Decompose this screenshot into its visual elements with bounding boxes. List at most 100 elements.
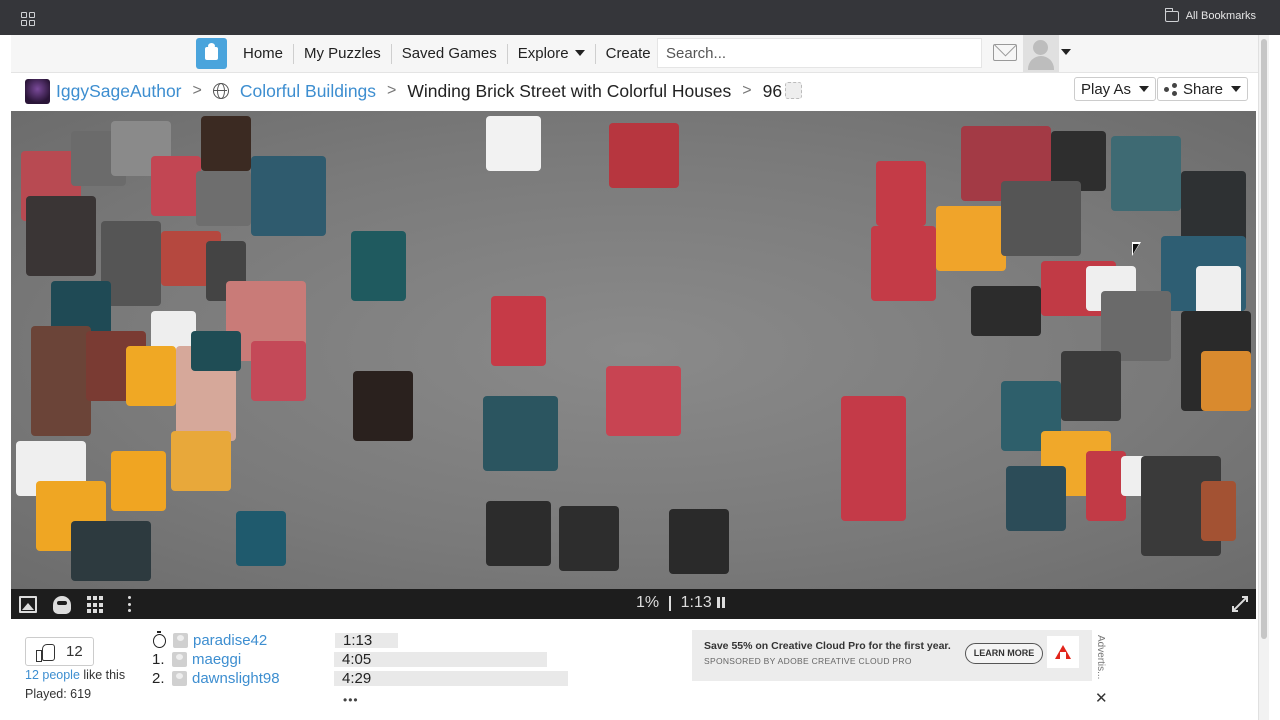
- user-avatar[interactable]: [1023, 35, 1059, 72]
- piece-count[interactable]: 96: [762, 80, 803, 102]
- score-row-current: paradise42 1:13: [152, 630, 568, 650]
- play-as-button[interactable]: Play As: [1074, 77, 1157, 101]
- piece-count-value: 96: [762, 80, 783, 101]
- fullscreen-icon[interactable]: [1232, 596, 1248, 612]
- puzzle-piece[interactable]: [353, 371, 413, 441]
- mail-icon[interactable]: [993, 44, 1017, 61]
- nav-explore-label: Explore: [517, 44, 569, 62]
- puzzle-piece[interactable]: [236, 511, 286, 566]
- rank: 2.: [152, 670, 165, 687]
- nav-explore[interactable]: Explore: [508, 43, 596, 64]
- puzzle-piece[interactable]: [1006, 466, 1066, 531]
- player-name[interactable]: dawnslight98: [192, 670, 334, 687]
- player-name[interactable]: paradise42: [193, 632, 335, 649]
- apps-grid-icon[interactable]: [21, 12, 35, 26]
- puzzle-piece[interactable]: [201, 116, 251, 171]
- nav-my-puzzles[interactable]: My Puzzles: [294, 43, 392, 64]
- share-button[interactable]: Share: [1157, 77, 1249, 101]
- more-options-icon[interactable]: [128, 596, 132, 612]
- player-time: 1:13: [335, 633, 398, 648]
- learn-more-button[interactable]: LEARN MORE: [965, 643, 1043, 664]
- puzzle-piece[interactable]: [841, 396, 906, 521]
- edge-pieces-icon[interactable]: [87, 596, 105, 614]
- mouse-cursor-icon: [1132, 242, 1141, 256]
- puzzle-piece[interactable]: [609, 123, 679, 188]
- scrollbar-thumb[interactable]: [1261, 39, 1267, 639]
- played-count: Played: 619: [25, 687, 92, 701]
- puzzle-piece[interactable]: [191, 331, 241, 371]
- puzzle-piece[interactable]: [559, 506, 619, 571]
- puzzle-piece[interactable]: [486, 116, 541, 171]
- nav-home[interactable]: Home: [233, 43, 295, 64]
- close-icon[interactable]: ✕: [1095, 689, 1108, 707]
- nav-saved-games[interactable]: Saved Games: [392, 43, 508, 64]
- player-name[interactable]: maeggi: [192, 651, 334, 668]
- chevron-down-icon: [574, 49, 585, 56]
- puzzle-piece[interactable]: [486, 501, 551, 566]
- timer-value: 1:13: [680, 594, 712, 611]
- ghost-image-icon[interactable]: [53, 596, 71, 614]
- share-label: Share: [1183, 80, 1224, 98]
- divider: [669, 595, 671, 611]
- puzzle-piece[interactable]: [151, 156, 201, 216]
- user-menu-chevron-down-icon[interactable]: [1061, 49, 1071, 55]
- puzzle-piece[interactable]: [171, 431, 231, 491]
- puzzle-piece[interactable]: [1201, 481, 1236, 541]
- scrollbar[interactable]: [1258, 35, 1269, 720]
- search-input[interactable]: [657, 38, 982, 68]
- site-logo-icon[interactable]: [196, 38, 227, 69]
- puzzle-piece[interactable]: [126, 346, 176, 406]
- adobe-logo-icon: [1047, 636, 1079, 668]
- puzzle-piece[interactable]: [351, 231, 406, 301]
- likes-suffix: like this: [79, 668, 126, 682]
- puzzle-piece[interactable]: [251, 156, 326, 236]
- image-preview-icon[interactable]: [19, 596, 37, 613]
- more-scores-button[interactable]: •••: [343, 693, 359, 707]
- ad-label: Advertis...: [1095, 635, 1106, 680]
- puzzle-piece[interactable]: [971, 286, 1041, 336]
- leaderboard: paradise42 1:13 1. maeggi 4:05 2. dawnsl…: [152, 630, 568, 688]
- puzzle-piece[interactable]: [251, 341, 306, 401]
- puzzle-piece[interactable]: [111, 451, 166, 511]
- author-avatar[interactable]: [25, 78, 50, 104]
- puzzle-piece[interactable]: [31, 326, 91, 436]
- stopwatch-icon: [153, 630, 166, 648]
- advertisement[interactable]: Save 55% on Creative Cloud Pro for the f…: [692, 630, 1092, 681]
- score-row: 2. dawnslight98 4:29: [152, 669, 568, 688]
- player-time: 4:05: [334, 652, 547, 667]
- puzzle-piece[interactable]: [483, 396, 558, 471]
- puzzle-piece[interactable]: [876, 161, 926, 226]
- chevron-down-icon: [1139, 86, 1150, 92]
- puzzle-piece[interactable]: [196, 171, 251, 226]
- puzzle-piece[interactable]: [491, 296, 546, 366]
- puzzle-piece[interactable]: [1061, 351, 1121, 421]
- puzzle-piece[interactable]: [1001, 181, 1081, 256]
- puzzle-board[interactable]: [11, 111, 1256, 589]
- puzzle-piece[interactable]: [26, 196, 96, 276]
- ad-sponsor: SPONSORED BY ADOBE CREATIVE CLOUD PRO: [704, 656, 912, 666]
- puzzle-piece[interactable]: [606, 366, 681, 436]
- timer[interactable]: 1:13: [681, 594, 725, 612]
- pause-icon: [716, 597, 725, 608]
- player-avatar: [172, 671, 187, 686]
- puzzle-piece[interactable]: [871, 226, 936, 301]
- puzzle-piece[interactable]: [1086, 451, 1126, 521]
- chevron-right-icon: >: [192, 82, 202, 99]
- likers-link[interactable]: 12 people: [25, 668, 80, 682]
- puzzle-piece[interactable]: [669, 509, 729, 574]
- puzzle-piece[interactable]: [936, 206, 1006, 271]
- puzzle-piece[interactable]: [1111, 136, 1181, 211]
- avatar-body: [1028, 56, 1054, 70]
- score-row: 1. maeggi 4:05: [152, 650, 568, 669]
- share-icon: [1164, 82, 1177, 96]
- like-count: 12: [66, 643, 83, 660]
- breadcrumb-author[interactable]: IggySageAuthor: [56, 81, 182, 102]
- chevron-right-icon: >: [742, 82, 752, 99]
- breadcrumb-category[interactable]: Colorful Buildings: [240, 81, 376, 102]
- like-button[interactable]: 12: [25, 637, 94, 666]
- nav-create[interactable]: Create: [596, 44, 661, 64]
- puzzle-piece[interactable]: [71, 521, 151, 581]
- all-bookmarks-button[interactable]: All Bookmarks: [1164, 7, 1256, 22]
- puzzle-piece[interactable]: [1201, 351, 1251, 411]
- thumbs-up-icon: [36, 643, 55, 662]
